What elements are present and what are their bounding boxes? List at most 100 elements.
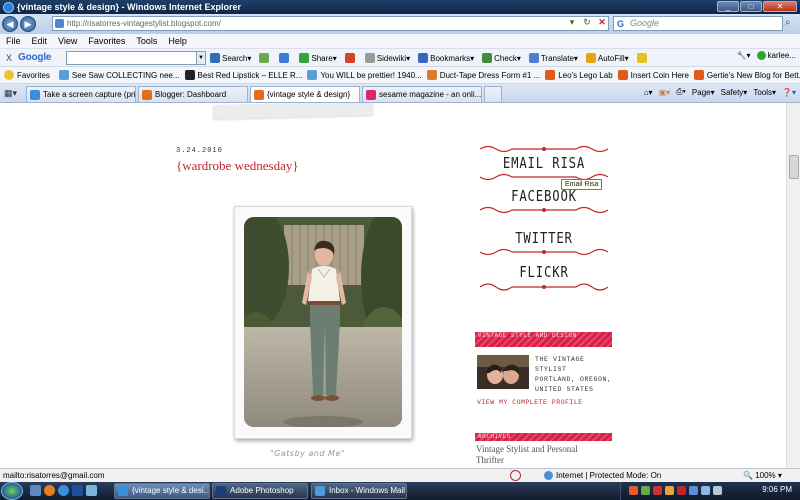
menu-edit[interactable]: Edit: [32, 36, 48, 46]
favorite-link[interactable]: Leo's Lego Lab: [545, 70, 613, 80]
favorites-button[interactable]: Favorites: [4, 70, 50, 80]
tray-icon[interactable]: [641, 486, 650, 495]
archive-header-label: ARCHIVES: [478, 433, 511, 440]
menu-favorites[interactable]: Favorites: [88, 36, 125, 46]
scrollbar-thumb[interactable]: [789, 155, 799, 179]
autofill-icon: [585, 53, 596, 63]
feeds-icon[interactable]: ▣▾: [659, 88, 671, 97]
favorite-link[interactable]: Best Red Lipstick – ELLE R...: [184, 70, 303, 80]
google-toolbar-item[interactable]: Translate ▾: [528, 53, 578, 63]
wrench-icon[interactable]: 🔧▾: [737, 51, 751, 60]
google-toolbar-item-label: Bookmarks: [430, 53, 471, 63]
favorite-link-label: You WILL be prettier! 1940...: [320, 70, 422, 80]
profile-line: PORTLAND, OREGON,: [535, 376, 612, 383]
address-bar[interactable]: http://risatorres-vintagestylist.blogspo…: [52, 16, 609, 31]
post-title[interactable]: {wardrobe wednesday}: [176, 158, 299, 174]
sidebar-link-email[interactable]: EMAIL RISA: [474, 144, 614, 182]
search-icon[interactable]: ⌕: [785, 17, 797, 30]
favorite-link[interactable]: Duct-Tape Dress Form #1 ...: [426, 70, 540, 80]
taskbar-button[interactable]: Adobe Photoshop: [212, 483, 308, 499]
forward-button[interactable]: ▶: [20, 16, 36, 32]
favorite-link[interactable]: Gertie's New Blog for Bett...: [693, 70, 800, 80]
toolbar-close-button[interactable]: X: [6, 53, 12, 63]
vertical-scrollbar[interactable]: [786, 103, 800, 468]
favorite-link-label: Best Red Lipstick – ELLE R...: [197, 70, 303, 80]
page-menu[interactable]: Page▾: [692, 88, 715, 97]
chevron-down-icon: ▾: [573, 53, 578, 63]
print-icon[interactable]: ⎙▾: [676, 87, 686, 97]
search-input[interactable]: G Google: [613, 16, 783, 31]
browser-tab[interactable]: Take a screen capture (pri...: [26, 86, 136, 102]
new-tab-button[interactable]: [484, 86, 502, 102]
zoom-level[interactable]: 🔍 100% ▾: [743, 471, 782, 480]
photo-caption: "Gatsby and Me": [270, 449, 346, 458]
firefox-icon[interactable]: [44, 485, 55, 496]
google-toolbar-item[interactable]: [259, 53, 271, 63]
account-button[interactable]: karlee...: [756, 51, 796, 61]
google-toolbar-item[interactable]: [636, 53, 649, 63]
security-zone[interactable]: Internet | Protected Mode: On: [544, 471, 661, 480]
taskbar-button-label: {vintage style & desi...: [132, 486, 210, 495]
help-icon[interactable]: ❓▾: [782, 88, 796, 97]
blog-title-link[interactable]: Vintage Stylist and Personal Thrifter: [476, 444, 578, 466]
menu-help[interactable]: Help: [168, 36, 187, 46]
sidebar-link-twitter[interactable]: TWITTER: [474, 229, 614, 257]
home-icon[interactable]: ⌂▾: [644, 88, 653, 97]
google-toolbar-item[interactable]: Sidewiki ▾: [364, 53, 410, 63]
tray-icon[interactable]: [653, 486, 662, 495]
quick-tabs-icon[interactable]: ▦▾: [4, 88, 17, 99]
tab-favicon-icon: [30, 89, 40, 100]
sidebar-link-label: TWITTER: [515, 229, 573, 247]
back-button[interactable]: ◀: [2, 16, 18, 32]
clock[interactable]: 9:06 PM: [762, 485, 792, 494]
ie-quicklaunch-icon[interactable]: [58, 485, 69, 496]
google-toolbar-item[interactable]: Search ▾: [210, 53, 251, 63]
browser-tab[interactable]: Blogger: Dashboard: [138, 86, 248, 102]
chevron-down-icon: ▾: [516, 53, 521, 63]
taskbar-button[interactable]: {vintage style & desi...: [114, 483, 210, 499]
sidebar-link-flickr[interactable]: FLICKR: [474, 263, 614, 293]
google-search-input[interactable]: [66, 51, 204, 65]
safety-menu[interactable]: Safety▾: [721, 88, 748, 97]
highlighter-icon: [636, 53, 647, 63]
page-icon: [55, 19, 64, 28]
window-title-bar: {vintage style & design} - Windows Inter…: [0, 0, 800, 14]
chevron-down-icon[interactable]: ▼: [196, 51, 206, 65]
stop-icon[interactable]: ✕: [595, 16, 609, 30]
tray-icon[interactable]: [689, 486, 698, 495]
menu-tools[interactable]: Tools: [136, 36, 157, 46]
favorite-link[interactable]: You WILL be prettier! 1940...: [307, 70, 422, 80]
minimize-button[interactable]: _: [717, 1, 739, 12]
tray-icon[interactable]: [677, 486, 686, 495]
favorite-link[interactable]: Insert Coin Here: [617, 70, 689, 80]
tray-icon[interactable]: [629, 486, 638, 495]
start-button[interactable]: [1, 482, 23, 500]
browser-tab[interactable]: sesame magazine - an onli...: [362, 86, 482, 102]
profile-photo[interactable]: [477, 355, 529, 389]
google-toolbar-item[interactable]: AutoFill ▾: [585, 53, 629, 63]
google-toolbar-item[interactable]: Bookmarks ▾: [418, 53, 474, 63]
maximize-button[interactable]: □: [740, 1, 762, 12]
google-toolbar-item[interactable]: Check ▾: [482, 53, 521, 63]
post-photo[interactable]: [244, 217, 402, 427]
mail-icon[interactable]: [86, 485, 97, 496]
tray-icon[interactable]: [665, 486, 674, 495]
taskbar-button[interactable]: Inbox - Windows Mail: [311, 483, 407, 499]
close-button[interactable]: ✕: [763, 1, 797, 12]
browser-tab[interactable]: {vintage style & design}: [250, 86, 360, 102]
show-desktop-icon[interactable]: [30, 485, 41, 496]
menu-file[interactable]: File: [6, 36, 21, 46]
tools-menu[interactable]: Tools▾: [753, 88, 776, 97]
google-toolbar-item[interactable]: [279, 53, 291, 63]
network-icon[interactable]: [701, 486, 710, 495]
media-player-icon[interactable]: [72, 485, 83, 496]
favorite-link[interactable]: See Saw COLLECTING nee...: [58, 70, 180, 80]
sidebar-link-facebook[interactable]: FACEBOOK: [474, 187, 614, 215]
google-toolbar-item[interactable]: [344, 53, 357, 63]
dropdown-icon[interactable]: ▾: [565, 16, 579, 30]
volume-icon[interactable]: [713, 486, 722, 495]
menu-view[interactable]: View: [58, 36, 77, 46]
view-profile-link[interactable]: VIEW MY COMPLETE PROFILE: [477, 399, 583, 406]
google-toolbar-item[interactable]: Share ▾: [299, 53, 337, 63]
refresh-icon[interactable]: ↻: [580, 16, 594, 30]
